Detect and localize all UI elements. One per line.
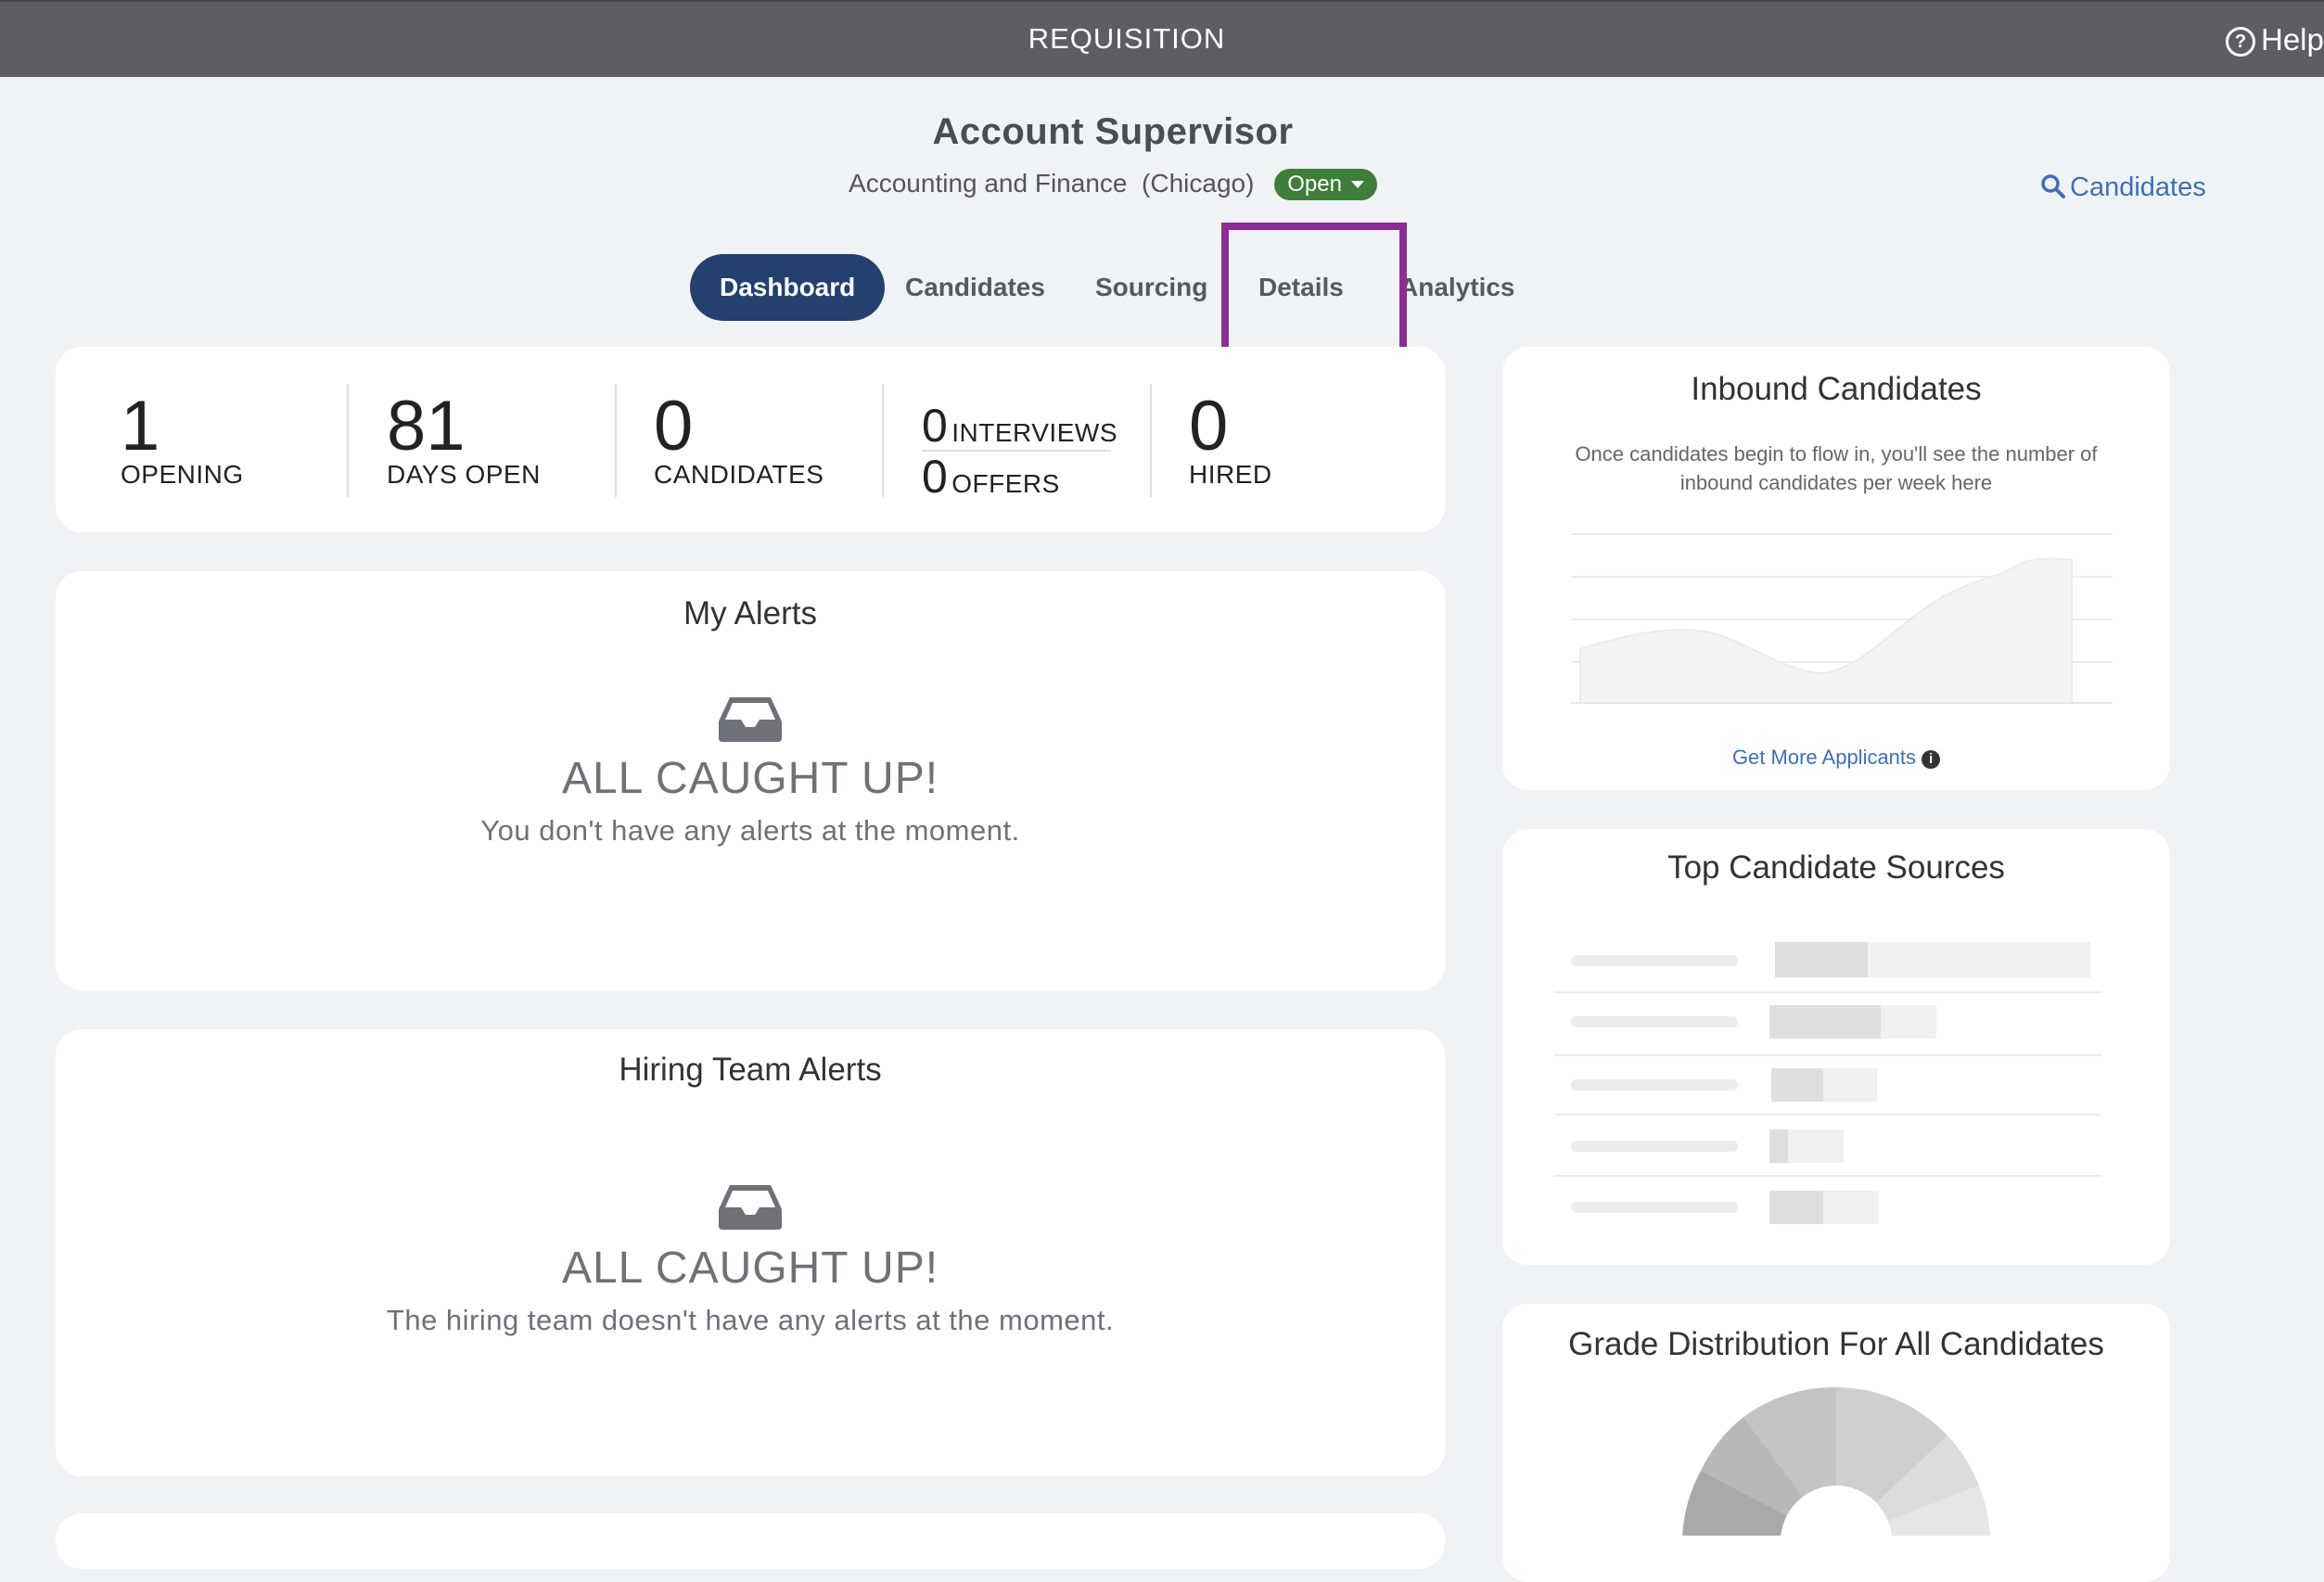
- help-link[interactable]: ? Help: [2226, 22, 2324, 57]
- grade-distribution-card: Grade Distribution For All Candidates: [1502, 1304, 2170, 1582]
- job-location: (Chicago): [1142, 169, 1255, 198]
- my-alerts-headline: ALL CAUGHT UP!: [561, 754, 939, 803]
- search-candidates-label: Candidates: [2070, 172, 2206, 202]
- tab-dashboard[interactable]: Dashboard: [690, 254, 886, 321]
- top-bar: REQUISITION ? Help: [0, 0, 2324, 77]
- grade-placeholder-donut: [1682, 1386, 1990, 1536]
- stat-label: INTERVIEWS: [951, 418, 1117, 447]
- search-icon: [2041, 174, 2065, 198]
- inbound-candidates-description: Once candidates begin to flow in, you'll…: [1575, 442, 2098, 494]
- inbox-icon: [719, 1185, 782, 1230]
- sources-placeholder-chart: [1554, 942, 2101, 1224]
- tab-analytics[interactable]: Analytics: [1399, 254, 1515, 321]
- stat-value: 81: [387, 387, 466, 466]
- status-dropdown[interactable]: Open: [1274, 169, 1377, 200]
- job-header: Account Supervisor: [0, 111, 2226, 153]
- inbound-candidates-card: Inbound Candidates Once candidates begin…: [1502, 347, 2170, 790]
- my-alerts-message: You don't have any alerts at the moment.: [480, 814, 1020, 847]
- stats-card: 1 OPENING 81 DAYS OPEN 0 CANDIDATES 0 IN…: [56, 347, 1445, 532]
- stat-value: 0: [922, 451, 948, 503]
- stat-label: HIRED: [1189, 460, 1272, 489]
- stat-label: OFFERS: [951, 469, 1060, 498]
- get-more-applicants-label: Get More Applicants: [1731, 746, 1917, 769]
- top-candidate-sources-title: Top Candidate Sources: [1667, 849, 2005, 886]
- stat-value: 0: [1189, 387, 1229, 466]
- stat-hired: 0 HIRED: [1189, 391, 1272, 490]
- hiring-team-alerts-message: The hiring team doesn't have any alerts …: [386, 1304, 1115, 1336]
- stat-value: 0: [654, 387, 694, 466]
- stat-label: OPENING: [121, 460, 244, 489]
- tab-candidates[interactable]: Candidates: [905, 254, 1045, 321]
- search-candidates-link[interactable]: Candidates: [2040, 172, 2206, 203]
- top-candidate-sources-card: Top Candidate Sources: [1502, 829, 2170, 1265]
- hiring-team-alerts-headline: ALL CAUGHT UP!: [561, 1244, 939, 1293]
- hiring-team-alerts-title: Hiring Team Alerts: [619, 1052, 882, 1088]
- stat-divider: [347, 384, 349, 497]
- job-title: Account Supervisor: [932, 111, 1294, 152]
- stat-divider: [1150, 384, 1152, 497]
- stat-separator: [922, 450, 1111, 452]
- question-circle-icon: ?: [2226, 27, 2255, 57]
- stat-openings: 1 OPENING: [121, 391, 244, 490]
- stat-label: CANDIDATES: [654, 460, 824, 489]
- inbound-placeholder-chart: [1571, 533, 2113, 704]
- help-label: Help: [2261, 22, 2324, 57]
- stat-offers: 0 OFFERS: [922, 453, 1111, 500]
- details-tab-highlight: [1221, 223, 1407, 364]
- my-alerts-title: My Alerts: [683, 595, 817, 632]
- job-department: Accounting and Finance: [849, 169, 1128, 198]
- stat-value: 0: [922, 400, 948, 452]
- stat-interviews: 0 INTERVIEWS: [922, 402, 1117, 449]
- inbound-candidates-title: Inbound Candidates: [1691, 371, 1982, 407]
- get-more-applicants-link[interactable]: Get More Applicants i: [1502, 746, 2170, 770]
- hiring-team-alerts-card: Hiring Team Alerts ALL CAUGHT UP! The hi…: [56, 1029, 1445, 1476]
- my-alerts-card: My Alerts ALL CAUGHT UP! You don't have …: [56, 571, 1445, 990]
- tab-bar: Dashboard Candidates Sourcing Details An…: [0, 254, 2324, 321]
- next-card: [56, 1513, 1445, 1569]
- status-label: Open: [1287, 172, 1342, 197]
- stat-interviews-offers: 0 INTERVIEWS 0 OFFERS: [922, 402, 1117, 500]
- job-subtitle: Accounting and Finance (Chicago) Open: [0, 169, 2226, 200]
- stat-divider: [615, 384, 617, 497]
- grade-distribution-title: Grade Distribution For All Candidates: [1568, 1326, 2104, 1362]
- caret-down-icon: [1350, 181, 1364, 188]
- tab-sourcing[interactable]: Sourcing: [1095, 254, 1207, 321]
- inbox-icon: [719, 697, 782, 742]
- stat-candidates: 0 CANDIDATES: [654, 391, 824, 490]
- info-icon[interactable]: i: [1922, 750, 1941, 769]
- stat-days-open: 81 DAYS OPEN: [387, 391, 541, 490]
- stat-divider: [882, 384, 884, 497]
- page-header-title: REQUISITION: [1028, 22, 1226, 55]
- stat-label: DAYS OPEN: [387, 460, 541, 489]
- stat-value: 1: [121, 387, 160, 466]
